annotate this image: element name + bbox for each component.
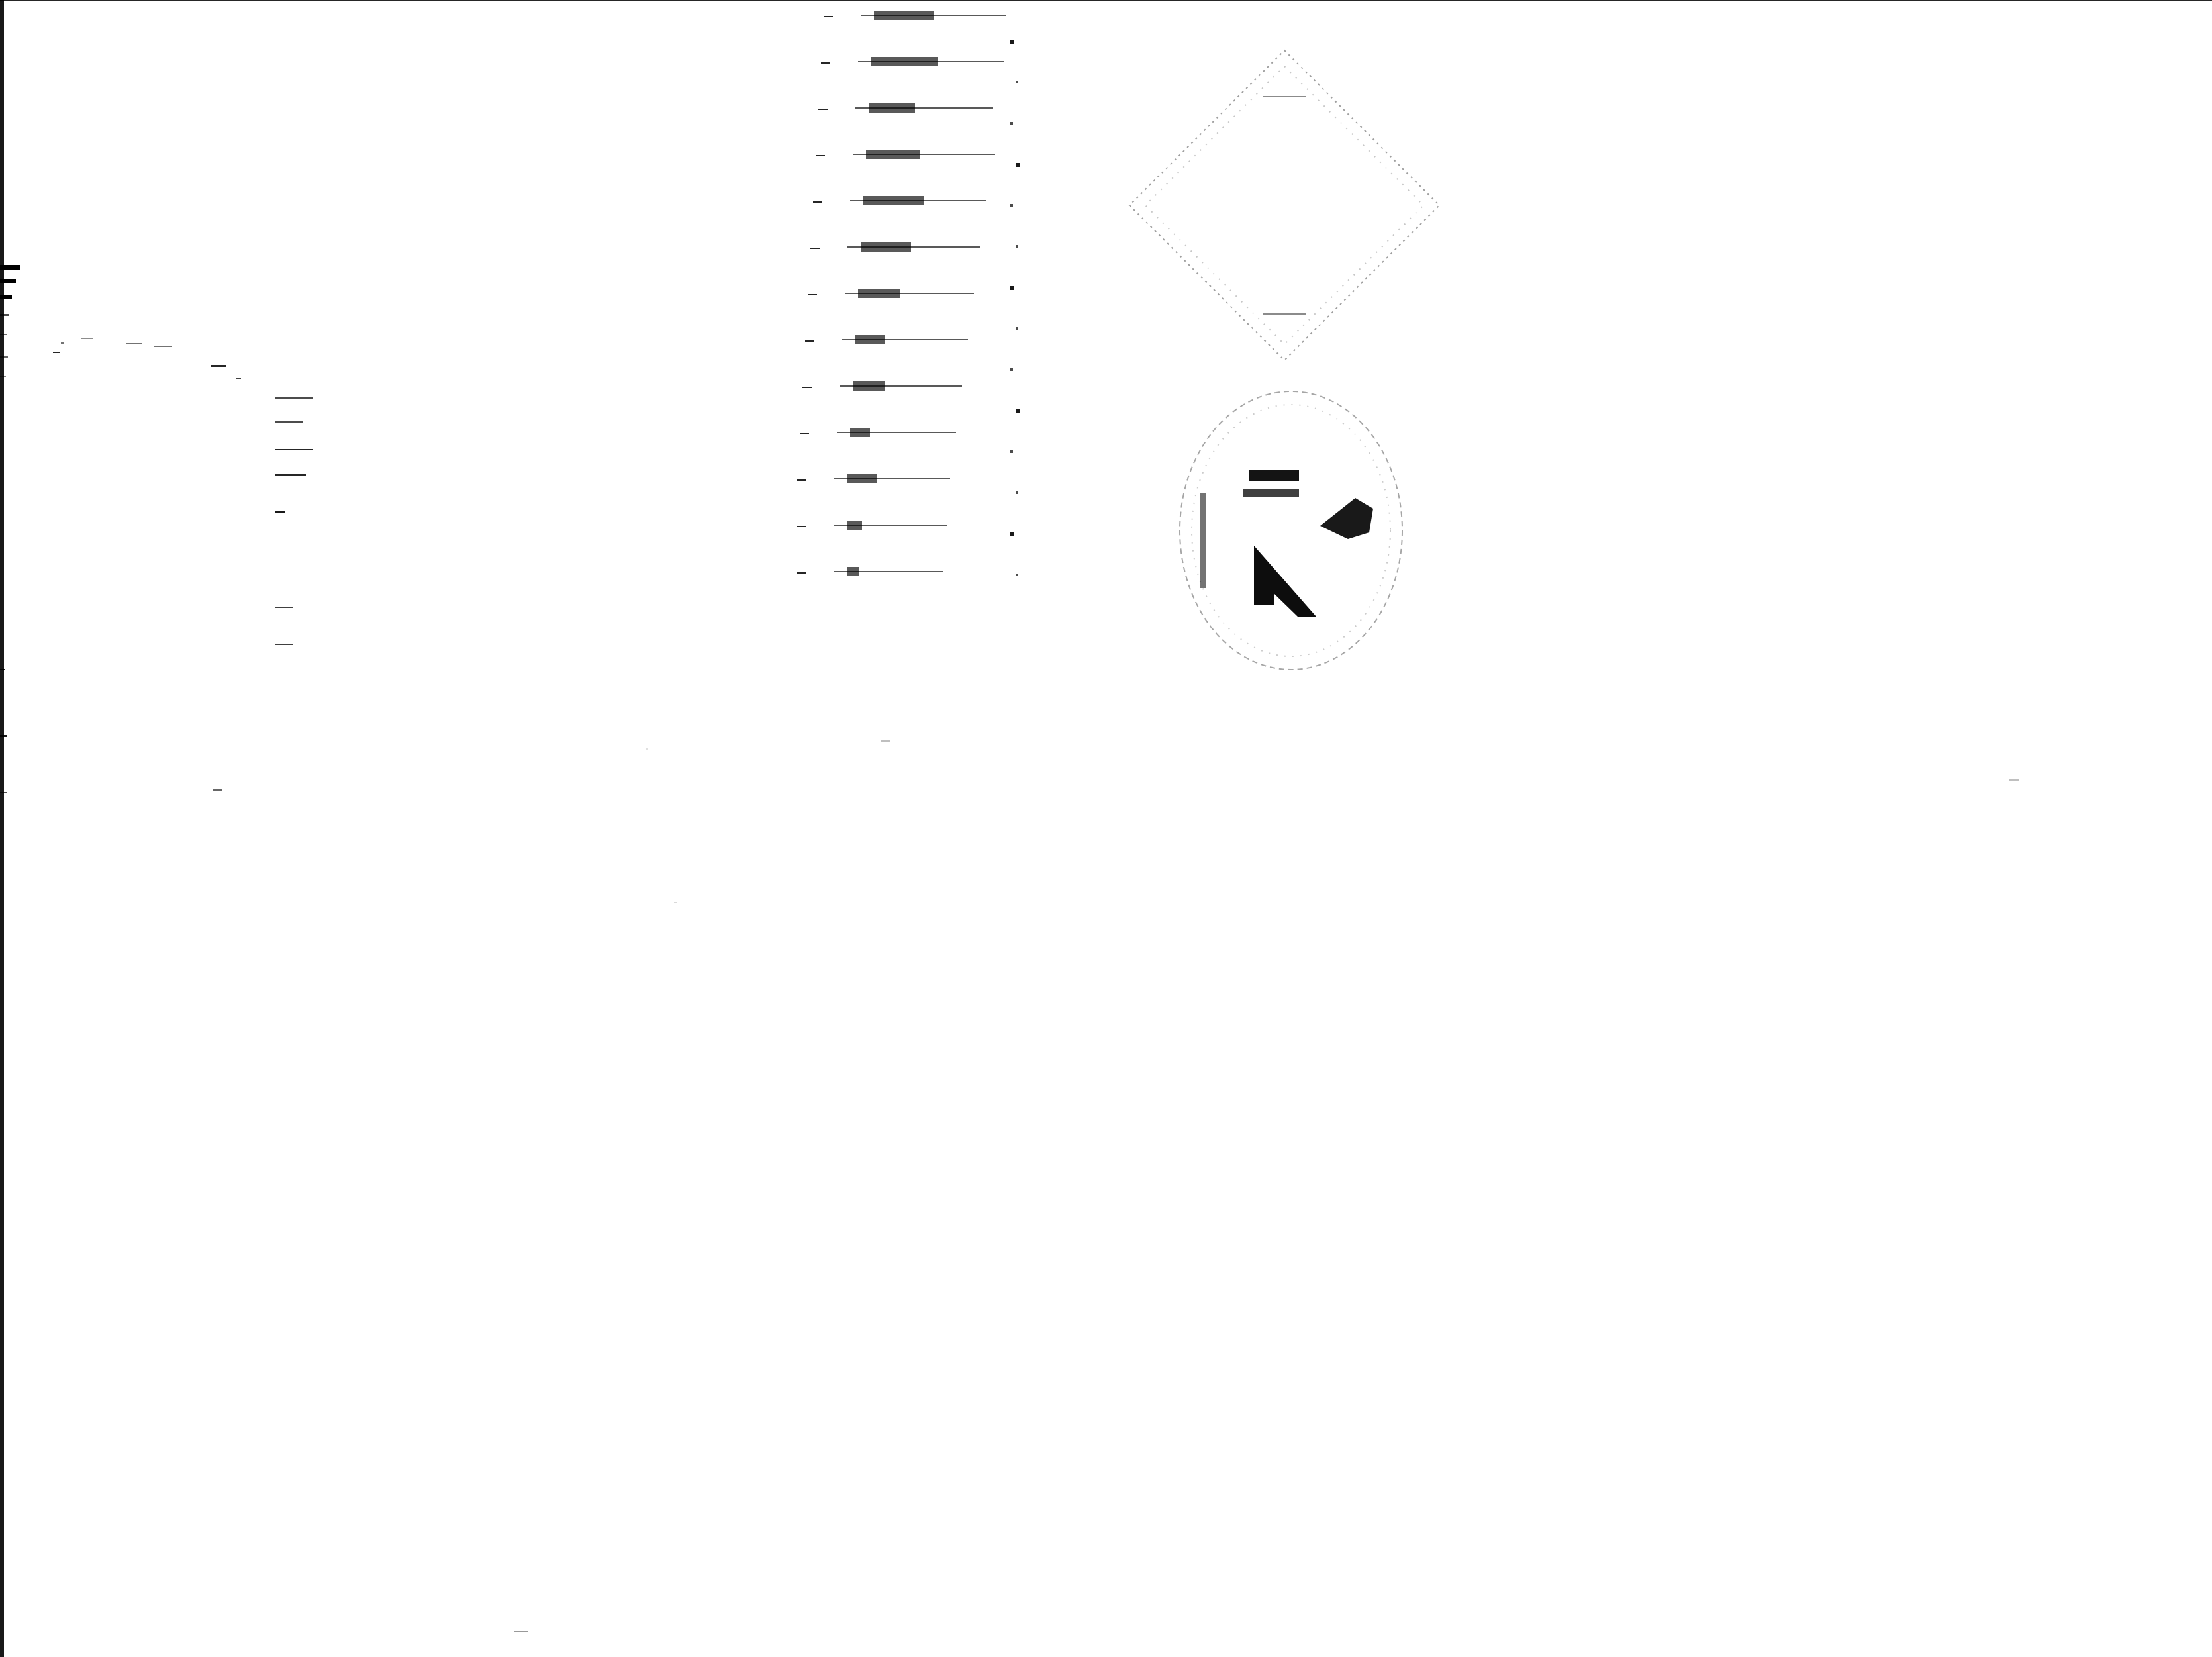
- rail-marker: [1010, 286, 1014, 290]
- bullet-fragment: [275, 449, 313, 450]
- stacked-row-marker: [813, 201, 822, 203]
- diamond-outline-icon: [1126, 46, 1443, 364]
- stacked-row: [797, 469, 1006, 498]
- stacked-row-marker: [802, 387, 812, 388]
- text-fragment-3: [81, 338, 93, 339]
- left-edge-line: [0, 0, 4, 1657]
- left-tick-7: [0, 376, 6, 377]
- left-tick-10: [0, 792, 7, 793]
- stacked-row-block: [847, 474, 877, 483]
- stacked-row: [824, 5, 1033, 34]
- text-fragment-6: [211, 365, 226, 367]
- left-tick-3: [0, 295, 12, 299]
- stacked-row: [810, 237, 1020, 266]
- rail-marker: [1016, 163, 1020, 167]
- stray-mark: [213, 789, 222, 791]
- rail-marker: [1016, 327, 1018, 330]
- rail-marker: [1016, 491, 1018, 494]
- stacked-row: [813, 191, 1022, 220]
- stacked-row-block: [863, 196, 924, 205]
- stacked-row-marker: [797, 572, 806, 574]
- stacked-row: [797, 562, 1006, 591]
- stacked-row-marker: [800, 433, 809, 434]
- stacked-row-block: [869, 103, 915, 113]
- bullet-fragment: [275, 607, 293, 608]
- rail-marker: [1016, 574, 1018, 576]
- stacked-row-block: [861, 242, 911, 252]
- stray-mark: [514, 1631, 528, 1632]
- stacked-row-block: [855, 335, 885, 344]
- stacked-row-block: [871, 57, 938, 66]
- left-tick-4: [0, 314, 9, 316]
- stacked-row-block: [853, 381, 885, 391]
- bullet-fragment: [275, 421, 303, 423]
- stacked-row-block: [858, 289, 900, 298]
- stacked-row-marker: [808, 294, 817, 295]
- stacked-row-marker: [816, 155, 825, 156]
- stacked-row-block: [847, 521, 862, 530]
- stray-mark: [2009, 779, 2019, 781]
- bullet-fragment: [275, 644, 293, 645]
- left-tick-5: [0, 334, 7, 335]
- stacked-row: [802, 376, 1012, 405]
- left-tick-column: [0, 258, 23, 808]
- stacked-row-block: [866, 150, 920, 159]
- bullet-fragment: [275, 474, 306, 476]
- vertical-marker-rail: [997, 40, 1024, 623]
- stacked-row-marker: [797, 479, 806, 481]
- left-tick-8: [0, 669, 5, 670]
- top-edge-line: [0, 0, 2212, 1]
- rail-marker: [1010, 204, 1013, 207]
- stray-mark: [646, 748, 648, 750]
- stacked-row: [797, 515, 1006, 544]
- rail-marker: [1016, 81, 1018, 83]
- left-tick-1: [0, 265, 20, 270]
- bullet-fragment: [275, 397, 313, 399]
- rail-marker: [1010, 122, 1013, 125]
- stacked-row-marker: [810, 248, 820, 249]
- screen-canvas: [0, 0, 2212, 1657]
- bullet-fragment-column: [275, 392, 328, 664]
- stacked-row-marker: [821, 62, 830, 64]
- stacked-row-marker: [818, 109, 828, 110]
- stacked-row: [800, 423, 1009, 452]
- rail-marker: [1010, 450, 1013, 453]
- stacked-row-block: [847, 567, 859, 576]
- rail-marker: [1016, 409, 1020, 413]
- text-fragment-5: [154, 346, 172, 347]
- bullet-fragment: [275, 511, 285, 513]
- rail-marker: [1016, 245, 1018, 248]
- stray-mark: [674, 902, 677, 903]
- rail-marker: [1010, 532, 1014, 536]
- stacked-row-marker: [805, 340, 814, 342]
- stacked-row-marker: [824, 16, 833, 17]
- text-fragment-7: [236, 378, 241, 379]
- stacked-row-block: [850, 428, 870, 437]
- text-fragment-1: [53, 352, 60, 353]
- stacked-row-block: [874, 11, 934, 20]
- stacked-row: [805, 330, 1014, 359]
- rail-marker: [1010, 368, 1013, 371]
- left-tick-6: [0, 356, 8, 358]
- stacked-rows-list: [742, 0, 1006, 616]
- rail-marker: [1010, 40, 1014, 44]
- circle-k-icon: [1163, 380, 1419, 681]
- stray-mark: [881, 740, 890, 742]
- stacked-row-marker: [797, 526, 806, 527]
- text-fragment-2: [61, 342, 64, 344]
- stacked-row: [808, 283, 1017, 313]
- text-fragment-4: [126, 343, 142, 344]
- left-tick-2: [0, 279, 16, 283]
- left-tick-9: [0, 735, 7, 737]
- faint-text-fragments: [53, 334, 241, 394]
